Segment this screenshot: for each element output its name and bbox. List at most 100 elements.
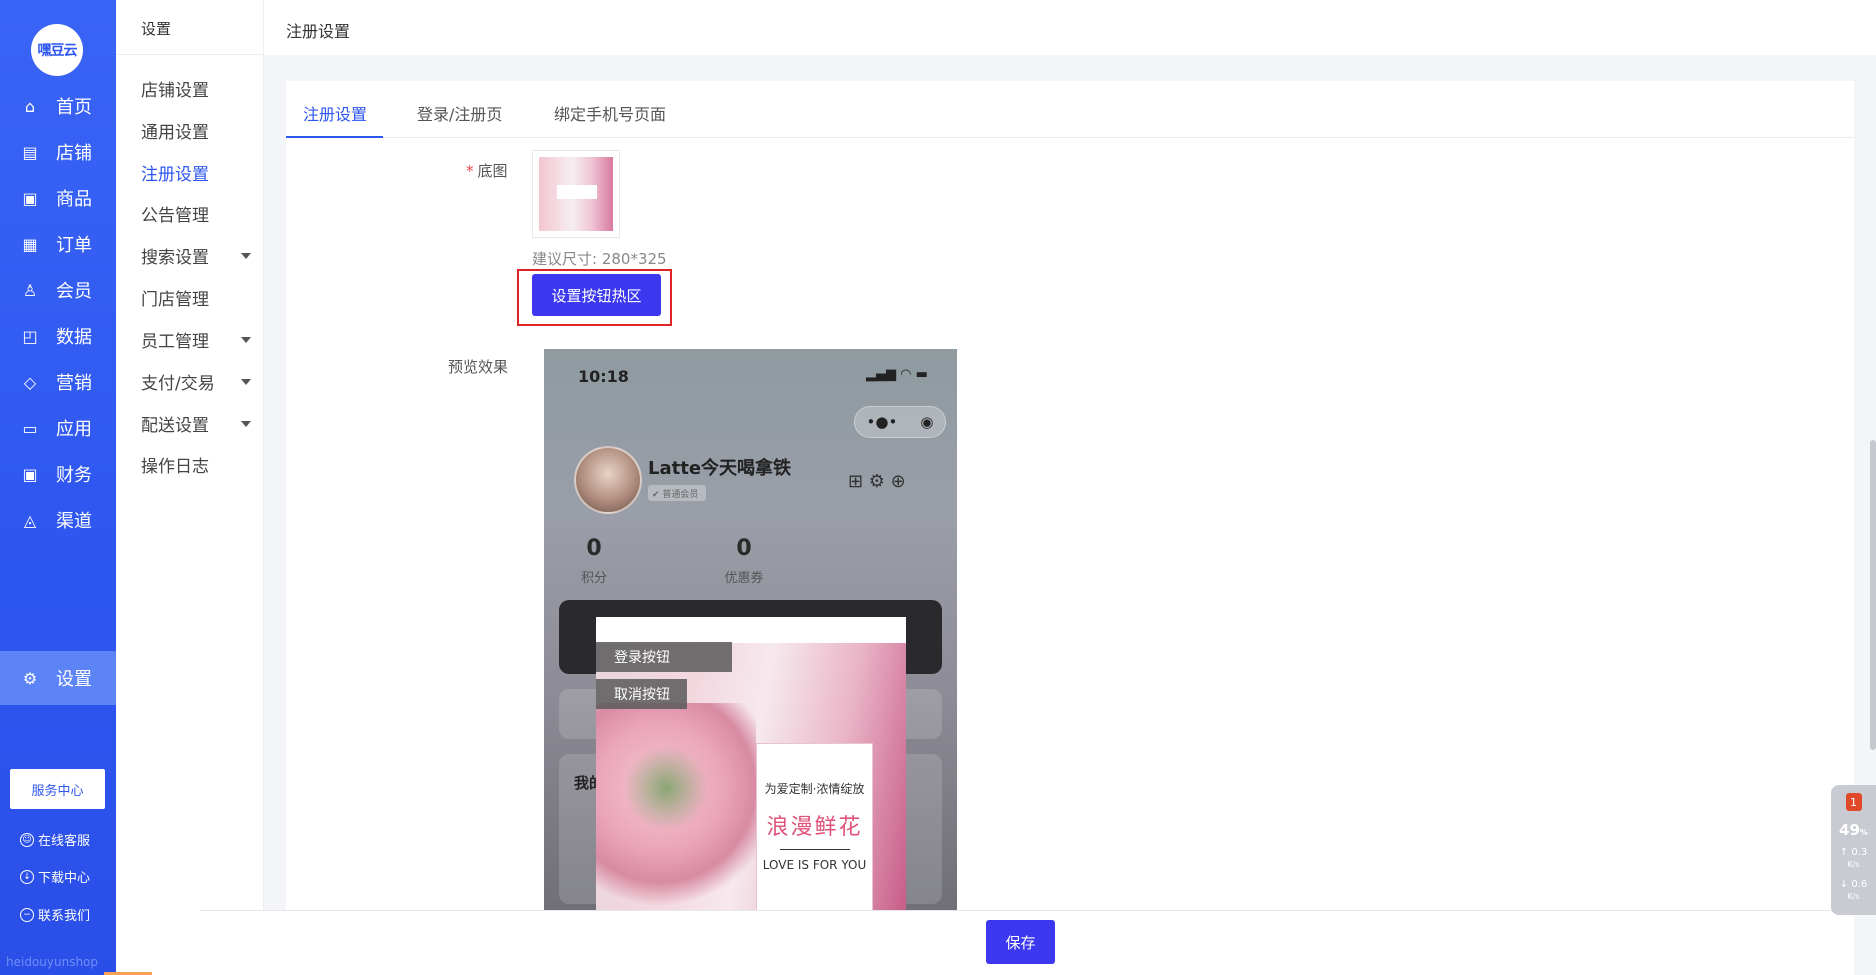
contact-icon: − (20, 907, 34, 922)
page-scrollbar[interactable] (1870, 440, 1876, 750)
divider (779, 849, 850, 850)
sidebar-item-label: 首页 (56, 97, 92, 118)
set-hotspot-button[interactable]: 设置按钮热区 (532, 274, 661, 316)
up-speed-value: 0.3 (1851, 847, 1868, 858)
subnav-item-announcements[interactable]: 公告管理 (141, 201, 251, 226)
chevron-down-icon (241, 378, 251, 385)
subnav-item-delivery[interactable]: 配送设置 (141, 411, 251, 436)
subnav-item-registration-settings[interactable]: 注册设置 (141, 160, 251, 185)
poster-title: 浪漫鲜花 (766, 815, 863, 840)
subnav-item-operation-log[interactable]: 操作日志 (141, 452, 251, 477)
more-icon: •●• (866, 413, 898, 431)
size-hint: 建议尺寸: 280*325 (532, 250, 667, 268)
subnav-item-store-management[interactable]: 门店管理 (141, 285, 251, 310)
member-icon: ♙ (22, 280, 38, 300)
divider (116, 54, 264, 55)
base-image-label: * 底图 (466, 160, 508, 181)
settings-subnav: 设置 店铺设置 通用设置 注册设置 公告管理 搜索设置 门店管理 员工管理 支付… (116, 0, 264, 975)
sidebar-item-label: 财务 (56, 465, 92, 486)
product-icon: ▣ (22, 188, 38, 208)
signal-icon: ▂▄▆ ◠ ▬ (866, 367, 928, 382)
subnav-item-search-settings[interactable]: 搜索设置 (141, 243, 251, 268)
app-icon: ▭ (22, 418, 38, 438)
subnav-item-general-settings[interactable]: 通用设置 (141, 118, 251, 143)
sidebar-item-label: 数据 (56, 327, 92, 348)
subnav-item-label: 操作日志 (141, 457, 209, 477)
tab-bar: 注册设置 登录/注册页 绑定手机号页面 (286, 81, 1854, 138)
poster-card: 为爱定制·浓情绽放 浪漫鲜花 LOVE IS FOR YOU (756, 743, 873, 911)
subnav-item-store-settings[interactable]: 店铺设置 (141, 76, 251, 101)
phone-preview: 10:18 ▂▄▆ ◠ ▬ •●• ◉ Latte今天喝拿铁 ✔ 普通会员 ⊞ … (544, 349, 957, 911)
sidebar-item-label: 营销 (56, 373, 92, 394)
points-label: 积分 (580, 571, 607, 586)
sidebar-item-label: 店铺 (56, 143, 92, 164)
tag-icon: ◇ (23, 372, 37, 392)
subnav-item-label: 搜索设置 (141, 248, 209, 268)
chevron-down-icon (241, 336, 251, 343)
flower-image (596, 703, 756, 911)
percent-unit: % (1859, 828, 1868, 837)
required-mark: * (466, 162, 474, 180)
sidebar-item-label: 订单 (56, 235, 92, 256)
footer-link-label: 下载中心 (38, 871, 91, 886)
breadcrumb: 注册设置 (286, 22, 351, 41)
download-speed: ↓ 0.6 K/s (1839, 879, 1868, 901)
sidebar-item-label: 会员 (56, 281, 92, 302)
footer-link-label: 在线客服 (38, 834, 91, 849)
sidebar-item-channel[interactable]: ◬ 渠道 (0, 493, 116, 547)
tab-bind-phone-page[interactable]: 绑定手机号页面 (554, 101, 666, 125)
points-stat: 0 积分 (574, 536, 614, 586)
speed-unit: K/s (1847, 860, 1860, 869)
subnav-item-label: 通用设置 (141, 123, 209, 143)
avatar (574, 446, 642, 514)
brand-logo[interactable]: 嘿豆云 (31, 24, 83, 76)
sidebar-item-label: 商品 (56, 189, 92, 210)
sidebar-item-settings[interactable]: ⚙ 设置 (0, 651, 116, 705)
coupons-value: 0 (736, 536, 752, 561)
contact-us-link[interactable]: − 联系我们 (20, 905, 90, 924)
cpu-percent: 49% (1831, 821, 1876, 839)
down-speed-value: 0.6 (1851, 879, 1868, 890)
subnav-title: 设置 (141, 20, 172, 38)
sidebar-item-label: 应用 (56, 419, 92, 440)
coupons-stat: 0 优惠券 (719, 536, 769, 586)
subnav-item-label: 支付/交易 (141, 374, 215, 394)
cancel-button-hotspot[interactable]: 取消按钮 (596, 679, 687, 709)
finance-icon: ▣ (22, 464, 38, 484)
chart-icon: ◰ (22, 326, 38, 346)
subnav-item-staff-management[interactable]: 员工管理 (141, 327, 251, 352)
home-icon: ⌂ (24, 96, 36, 116)
preview-label: 预览效果 (448, 358, 509, 376)
chevron-down-icon (241, 252, 251, 259)
service-center-button[interactable]: 服务中心 (10, 769, 105, 809)
sidebar-item-label: 设置 (56, 669, 92, 690)
download-icon: ↓ (20, 869, 34, 884)
poster-tagline: 为爱定制·浓情绽放 (764, 782, 865, 796)
footer-link-label: 联系我们 (38, 909, 91, 924)
tab-registration-settings[interactable]: 注册设置 (303, 101, 367, 125)
shield-icon: 1 (1845, 793, 1862, 811)
save-button[interactable]: 保存 (986, 920, 1055, 964)
login-button-hotspot[interactable]: 登录按钮 (596, 642, 732, 672)
subnav-item-label: 公告管理 (141, 206, 209, 226)
subnav-item-label: 店铺设置 (141, 81, 209, 101)
status-time: 10:18 (578, 367, 629, 386)
label-text: 底图 (477, 162, 508, 180)
network-monitor-widget[interactable]: 1 49% ↑ 0.3 K/s ↓ 0.6 K/s (1831, 785, 1876, 915)
online-support-link[interactable]: ☺ 在线客服 (20, 830, 90, 849)
base-image-thumbnail[interactable] (532, 150, 620, 238)
sidebar-item-label: 渠道 (56, 511, 92, 532)
download-center-link[interactable]: ↓ 下载中心 (20, 867, 90, 886)
gear-icon: ⚙ (22, 668, 38, 688)
tab-login-register-page[interactable]: 登录/注册页 (417, 101, 502, 125)
subnav-item-payment[interactable]: 支付/交易 (141, 369, 251, 394)
chevron-down-icon (241, 420, 251, 427)
store-icon: ▤ (22, 142, 38, 162)
page-header: 注册设置 (264, 0, 1876, 55)
member-badge: ✔ 普通会员 (648, 485, 706, 501)
username: Latte今天喝拿铁 (648, 458, 792, 479)
coupons-label: 优惠券 (724, 571, 764, 586)
app-root: 嘿豆云 ⌂ 首页 ▤ 店铺 ▣ 商品 ▦ 订单 ♙ 会员 ◰ 数据 ◇ 营销 ▭… (0, 0, 1876, 975)
thumbnail-banner (557, 185, 597, 199)
speed-unit: K/s (1847, 892, 1860, 901)
